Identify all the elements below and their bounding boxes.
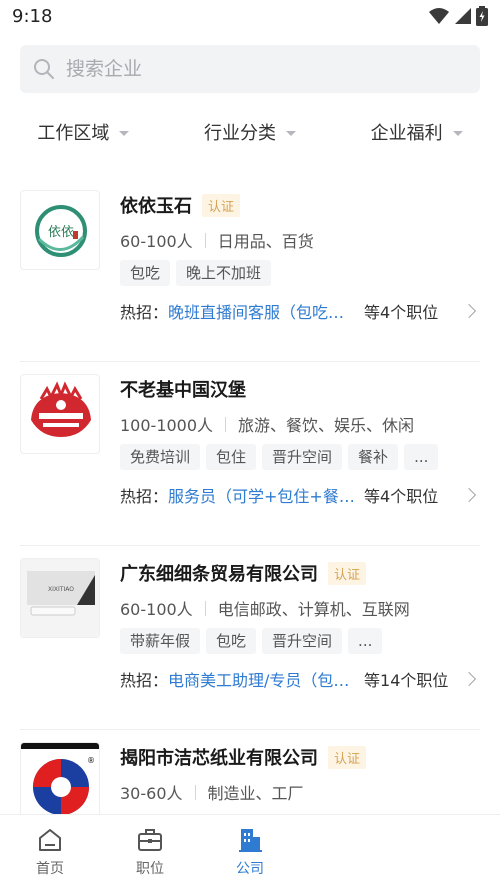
hot-jobs-prefix: 热招：	[120, 487, 169, 506]
tab-company-label: 公司	[236, 860, 264, 877]
briefcase-icon	[138, 828, 162, 851]
benefit-tag: 晋升空间	[262, 628, 343, 654]
benefit-tag: 带薪年假	[120, 628, 201, 654]
tab-jobs-label: 职位	[136, 860, 164, 877]
search-box[interactable]	[20, 45, 480, 93]
company-industry: 制造业、工厂	[207, 784, 304, 803]
benefit-tag: 包住	[206, 444, 257, 470]
hot-jobs-prefix: 热招：	[120, 303, 169, 322]
caret-down-icon	[119, 130, 130, 136]
search-input[interactable]	[66, 58, 446, 80]
search-icon	[34, 59, 54, 79]
hot-jobs-row[interactable]: 热招： 服务员（可学+包住+餐… 等4个职位	[120, 484, 480, 506]
benefit-tag: 包吃	[206, 628, 257, 654]
filter-bar: 工作区域 行业分类 企业福利	[0, 108, 500, 156]
company-industry: 电信邮政、计算机、互联网	[217, 600, 410, 619]
svg-text:®: ®	[87, 756, 95, 765]
company-logo: XIXITIAO	[20, 558, 100, 638]
chevron-right-icon	[461, 671, 477, 687]
hot-jobs-row[interactable]: 热招： 电商美工助理/专员（包… 等14个职位	[120, 668, 480, 690]
benefit-tag: 餐补	[348, 444, 399, 470]
filter-benefits-label: 企业福利	[370, 123, 443, 144]
chevron-right-icon	[461, 303, 477, 319]
company-name: 揭阳市洁芯纸业有限公司	[120, 748, 318, 769]
filter-benefits[interactable]: 企业福利	[333, 108, 500, 156]
building-icon	[239, 828, 262, 852]
more-tags: ...	[404, 444, 439, 470]
hot-job-title: 晚班直播间客服（包吃＋…	[168, 303, 359, 322]
battery-icon	[476, 6, 488, 26]
company-size: 60-100人	[120, 232, 193, 251]
logo-text: 依依	[48, 225, 74, 240]
benefit-tag: 包吃	[120, 260, 171, 286]
tab-home[interactable]: 首页	[0, 815, 100, 888]
wifi-icon	[429, 8, 449, 24]
hot-job-count: 等4个职位	[364, 487, 439, 506]
status-icons	[428, 6, 488, 26]
benefit-tag: 晋升空间	[262, 444, 343, 470]
benefit-tag: 免费培训	[120, 444, 201, 470]
hot-job-title: 服务员（可学+包住+餐…	[168, 487, 355, 506]
company-name: 依依玉石	[120, 196, 192, 217]
status-time: 9:18	[12, 6, 53, 27]
company-card[interactable]: 依依 依依玉石 认证 60-100人 日用品、百货 包吃 晚上不加班 热招： 晚…	[20, 178, 480, 362]
company-logo: ®	[20, 742, 100, 814]
caret-down-icon	[452, 130, 463, 136]
hot-jobs-prefix: 热招：	[120, 671, 169, 690]
signal-icon	[455, 8, 471, 24]
chevron-right-icon	[461, 487, 477, 503]
divider	[204, 600, 206, 616]
verified-badge: 认证	[328, 745, 367, 769]
company-name: 不老基中国汉堡	[120, 380, 246, 401]
company-card[interactable]: 不老基中国汉堡 100-1000人 旅游、餐饮、娱乐、休闲 免费培训 包住 晋升…	[20, 362, 480, 546]
hot-jobs-row[interactable]: 热招： 晚班直播间客服（包吃＋… 等4个职位	[120, 300, 480, 322]
company-card[interactable]: ® 揭阳市洁芯纸业有限公司 认证 30-60人 制造业、工厂	[20, 730, 480, 814]
company-card[interactable]: XIXITIAO 广东细细条贸易有限公司 认证 60-100人 电信邮政、计算机…	[20, 546, 480, 730]
filter-area[interactable]: 工作区域	[0, 108, 167, 156]
caret-down-icon	[286, 130, 296, 136]
company-industry: 日用品、百货	[217, 232, 314, 251]
logo-text: XIXITIAO	[48, 586, 74, 593]
divider	[225, 416, 227, 432]
bottom-tab-bar: 首页 职位 公司	[0, 814, 500, 888]
tab-home-label: 首页	[36, 860, 64, 877]
filter-area-label: 工作区域	[37, 123, 110, 144]
benefit-tag: 晚上不加班	[176, 260, 272, 286]
benefit-tags: 包吃 晚上不加班	[120, 260, 480, 286]
filter-industry[interactable]: 行业分类	[167, 108, 334, 156]
benefit-tags: 免费培训 包住 晋升空间 餐补 ...	[120, 444, 480, 470]
divider	[204, 232, 206, 248]
tab-company[interactable]: 公司	[200, 815, 300, 888]
hot-job-count: 等4个职位	[364, 303, 439, 322]
company-list: 依依 依依玉石 认证 60-100人 日用品、百货 包吃 晚上不加班 热招： 晚…	[0, 178, 500, 814]
company-size: 60-100人	[120, 600, 193, 619]
hot-job-count: 等14个职位	[364, 671, 449, 690]
company-size: 100-1000人	[120, 416, 214, 435]
filter-industry-label: 行业分类	[204, 123, 276, 144]
home-icon	[39, 828, 61, 851]
verified-badge: 认证	[328, 561, 367, 585]
company-industry: 旅游、餐饮、娱乐、休闲	[238, 416, 415, 435]
company-logo	[20, 374, 100, 454]
company-logo: 依依	[20, 190, 100, 270]
more-tags: ...	[348, 628, 383, 654]
status-bar: 9:18	[0, 0, 500, 34]
company-name: 广东细细条贸易有限公司	[120, 564, 318, 585]
company-size: 30-60人	[120, 784, 183, 803]
benefit-tags: 带薪年假 包吃 晋升空间 ...	[120, 628, 480, 654]
divider	[194, 784, 196, 800]
hot-job-title: 电商美工助理/专员（包…	[168, 671, 350, 690]
tab-jobs[interactable]: 职位	[100, 815, 200, 888]
verified-badge: 认证	[202, 193, 241, 217]
